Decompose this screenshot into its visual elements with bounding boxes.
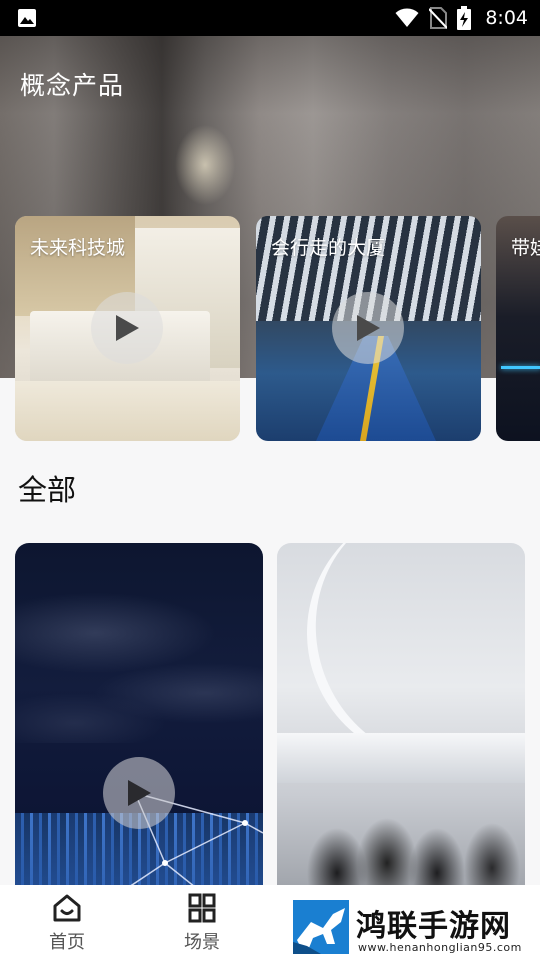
play-button[interactable] (103, 757, 175, 829)
watermark-title: 鸿联手游网 (356, 909, 511, 944)
home-icon (53, 894, 81, 922)
featured-card-label: 会行走的大厦 (271, 237, 386, 259)
featured-card[interactable]: 带娃 (496, 216, 540, 441)
wifi-icon (395, 8, 419, 27)
watermark: 鸿联手游网 www.henanhonglian95.com (290, 897, 530, 957)
play-button[interactable] (332, 292, 404, 364)
featured-section-title: 概念产品 (20, 71, 125, 100)
app-screen: 8:04 概念产品 未来科技城 会行走的大厦 带娃 全部 首页 场景 鸿联手游网… (0, 0, 540, 960)
play-icon (116, 315, 139, 341)
play-button[interactable] (91, 292, 163, 364)
all-section-title: 全部 (18, 473, 77, 507)
featured-carousel[interactable]: 未来科技城 会行走的大厦 带娃 (0, 216, 540, 441)
gallery-icon (18, 9, 36, 27)
status-bar: 8:04 (0, 0, 540, 36)
grid-icon (188, 893, 216, 923)
nav-label-home: 首页 (49, 932, 85, 953)
content-card[interactable] (15, 543, 263, 903)
watermark-logo (293, 900, 349, 954)
no-sim-icon (429, 7, 448, 29)
status-time: 8:04 (485, 7, 528, 29)
featured-card-label: 未来科技城 (30, 237, 126, 259)
nav-item-scene[interactable]: 场景 (152, 885, 252, 960)
play-icon (128, 780, 151, 806)
nav-item-home[interactable]: 首页 (17, 885, 117, 960)
featured-card[interactable]: 未来科技城 (15, 216, 240, 441)
featured-card-label: 带娃 (511, 237, 540, 259)
watermark-url: www.henanhonglian95.com (358, 941, 522, 954)
content-card[interactable] (277, 543, 525, 903)
play-icon (357, 315, 380, 341)
nav-label-scene: 场景 (184, 932, 220, 953)
battery-charging-icon (457, 6, 472, 30)
featured-card[interactable]: 会行走的大厦 (256, 216, 481, 441)
card-image (15, 543, 263, 743)
card-image (501, 366, 540, 369)
